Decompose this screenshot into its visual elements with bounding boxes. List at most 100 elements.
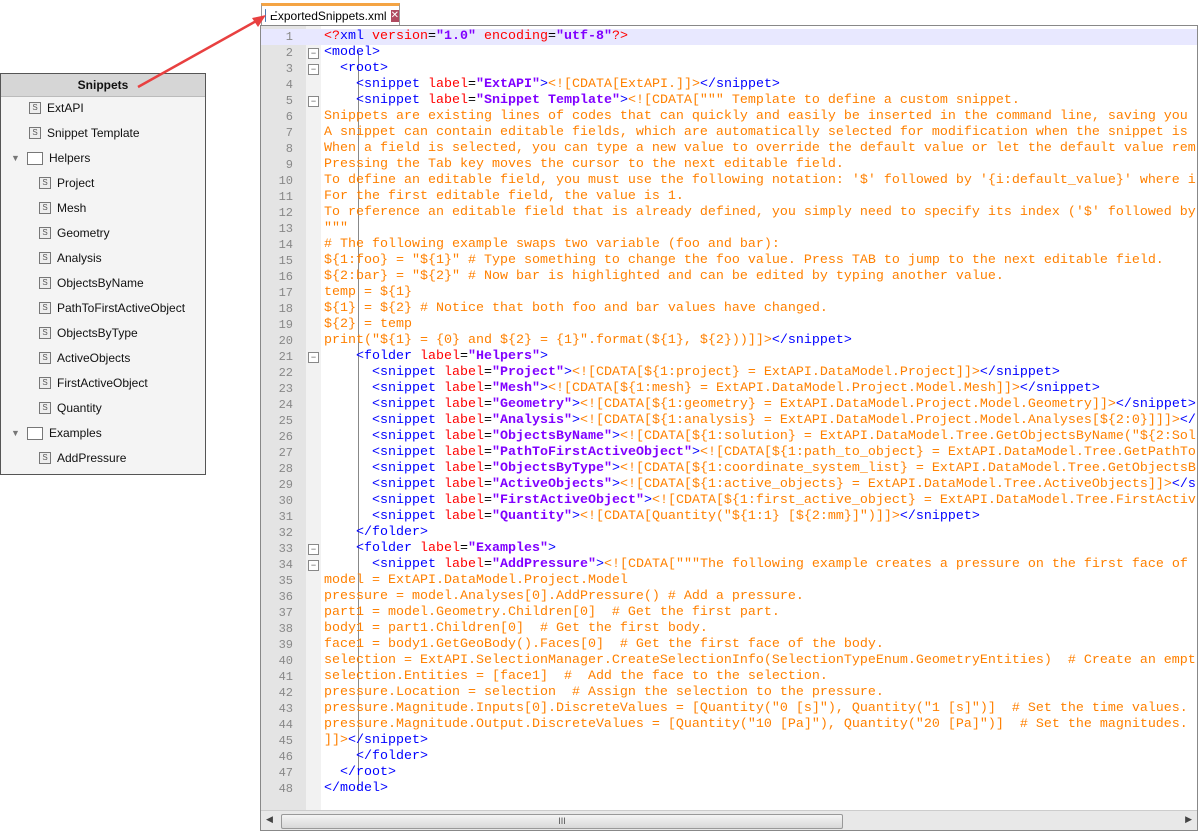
tree-item-project[interactable]: S Project	[39, 173, 94, 193]
horizontal-scrollbar[interactable]: ◀ III ▶	[261, 810, 1197, 830]
code-line[interactable]: 28 <snippet label="ObjectsByType"><![CDA…	[261, 461, 1197, 477]
snippets-tree-panel: Snippets S ExtAPI S Snippet Template ▼ Helper…	[0, 73, 206, 475]
snippet-icon: S	[39, 252, 51, 264]
line-number: 11	[278, 190, 293, 204]
code-line[interactable]: 48 </model>	[261, 781, 1197, 797]
code-line[interactable]: 40 selection = ExtAPI.SelectionManager.Cr…	[261, 653, 1197, 669]
token-attr: label	[443, 429, 484, 444]
code-line[interactable]: 45]]></snippet>	[261, 733, 1197, 749]
line-number: 42	[278, 686, 293, 700]
tree-item-activeobjects[interactable]: S ActiveObjects	[39, 348, 130, 368]
code-line[interactable]: 17 temp = ${1}	[261, 285, 1197, 301]
code-line[interactable]: 8 When a field is selected, you can type …	[261, 141, 1197, 157]
code-line[interactable]: 12 To reference an editable field that is…	[261, 205, 1197, 221]
tree-item-firstactiveobject[interactable]: S FirstActiveObject	[39, 373, 148, 393]
line-number: 18	[278, 302, 293, 316]
scroll-right-arrow-icon[interactable]: ▶	[1185, 814, 1192, 825]
token-attr: label	[443, 445, 484, 460]
code-line[interactable]: 32 </folder>	[261, 525, 1197, 541]
code-line[interactable]: 33 <folder label="Examples">	[261, 541, 1197, 557]
line-number: 24	[278, 398, 293, 412]
tree-item-objectsbyname[interactable]: S ObjectsByName	[39, 273, 144, 293]
code-lines[interactable]: 1 <?xml version="1.0" encoding="utf-8"?> 2…	[261, 29, 1197, 797]
line-number: 45	[278, 734, 293, 748]
code-line[interactable]: 44 pressure.Magnitude.Output.DiscreteValu…	[261, 717, 1197, 733]
tree-item-quantity[interactable]: S Quantity	[39, 398, 102, 418]
code-line[interactable]: 14 # The following example swaps two vari…	[261, 237, 1197, 253]
token-tag: <snippet	[324, 413, 444, 428]
code-line[interactable]: 15 ${1:foo} = "${1}" # Type something to …	[261, 253, 1197, 269]
code-line[interactable]: 31 <snippet label="Quantity"><![CDATA[Qu…	[261, 509, 1197, 525]
token-attr: label	[419, 349, 460, 364]
code-line[interactable]: 20 print("${1} = {0} and ${2} = {1}".form…	[261, 333, 1197, 349]
code-line[interactable]: 25 <snippet label="Analysis"><![CDATA[${…	[261, 413, 1197, 429]
code-line[interactable]: 21 <folder label="Helpers">	[261, 349, 1197, 365]
code-line[interactable]: 43 pressure.Magnitude.Inputs[0].DiscreteV…	[261, 701, 1197, 717]
code-line[interactable]: 10 To define an editable field, you must …	[261, 173, 1197, 189]
code-line[interactable]: 29 <snippet label="ActiveObjects"><![CDA…	[261, 477, 1197, 493]
code-line[interactable]: 36 pressure = model.Analyses[0].AddPressu…	[261, 589, 1197, 605]
tree-item-addpressure[interactable]: S AddPressure	[39, 448, 126, 468]
tab-exported-snippets[interactable]: ExportedSnippets.xml ✕	[261, 3, 400, 25]
line-code: When a field is selected, you can type a…	[324, 141, 1196, 157]
expand-chevron-icon[interactable]: ▼	[11, 423, 21, 443]
token-val: "ObjectsByType"	[491, 461, 612, 476]
tree-item-analysis[interactable]: S Analysis	[39, 248, 102, 268]
tree-item-label: AddPressure	[57, 451, 127, 465]
code-line[interactable]: 42 pressure.Location = selection # Assign…	[261, 685, 1197, 701]
token-tag: >	[619, 93, 628, 108]
tree-item-label: PathToFirstActiveObject	[57, 301, 186, 315]
token-tag: <snippet	[324, 557, 444, 572]
code-line[interactable]: 37 part1 = model.Geometry.Children[0] # G…	[261, 605, 1197, 621]
code-line[interactable]: 16 ${2:bar} = "${2}" # Now bar is highlig…	[261, 269, 1197, 285]
line-code: <snippet label="FirstActiveObject"><![CD…	[324, 493, 1196, 509]
code-line[interactable]: 34 <snippet label="AddPressure"><![CDATA…	[261, 557, 1197, 573]
close-tab-button[interactable]: ✕	[390, 9, 399, 22]
code-line[interactable]: 27 <snippet label="PathToFirstActiveObje…	[261, 445, 1197, 461]
tree-item-helpers[interactable]: ▼ Helpers	[11, 148, 90, 168]
tree-item-objectsbytype[interactable]: S ObjectsByType	[39, 323, 138, 343]
line-number: 29	[278, 478, 293, 492]
scrollbar-thumb[interactable]: III	[281, 814, 843, 829]
code-line[interactable]: 24 <snippet label="Geometry"><![CDATA[${…	[261, 397, 1197, 413]
snippet-icon: S	[39, 452, 51, 464]
code-line[interactable]: 2 <model>	[261, 45, 1197, 61]
scroll-left-arrow-icon[interactable]: ◀	[266, 814, 273, 825]
tree-item-label: FirstActiveObject	[57, 376, 148, 390]
expand-chevron-icon[interactable]: ▼	[11, 148, 21, 168]
code-line[interactable]: 30 <snippet label="FirstActiveObject"><!…	[261, 493, 1197, 509]
code-line[interactable]: 41 selection.Entities = [face1] # Add the…	[261, 669, 1197, 685]
code-line[interactable]: 13 """	[261, 221, 1197, 237]
code-line[interactable]: 9 Pressing the Tab key moves the cursor t…	[261, 157, 1197, 173]
line-code: <snippet label="ObjectsByType"><![CDATA[…	[324, 461, 1196, 477]
code-line[interactable]: 18 ${1} = ${2} # Notice that both foo and…	[261, 301, 1197, 317]
code-line[interactable]: 1 <?xml version="1.0" encoding="utf-8"?>	[261, 29, 1197, 45]
code-line[interactable]: 46 </folder>	[261, 749, 1197, 765]
code-line[interactable]: 7 A snippet can contain editable fields, …	[261, 125, 1197, 141]
tree-item-snippet-template[interactable]: S Snippet Template	[29, 123, 140, 143]
code-line[interactable]: 11 For the first editable field, the valu…	[261, 189, 1197, 205]
tree-item-examples[interactable]: ▼ Examples	[11, 423, 102, 443]
xml-code-editor[interactable]: − − − − − − 1 <?xml version="1.0" encoding="ut…	[260, 25, 1198, 831]
code-line[interactable]: 22 <snippet label="Project"><![CDATA[${1…	[261, 365, 1197, 381]
code-line[interactable]: 5 <snippet label="Snippet Template"><![C…	[261, 93, 1197, 109]
token-eq: =	[483, 429, 492, 444]
token-tag: xml	[340, 29, 372, 44]
tree-item-mesh[interactable]: S Mesh	[39, 198, 86, 218]
line-number: 32	[278, 526, 293, 540]
tree-item-pathtofirstactiveobject[interactable]: S PathToFirstActiveObject	[39, 298, 185, 318]
code-line[interactable]: 3 <root>	[261, 61, 1197, 77]
code-line[interactable]: 26 <snippet label="ObjectsByName"><![CDA…	[261, 429, 1197, 445]
code-line[interactable]: 47 </root>	[261, 765, 1197, 781]
tree-item-extapi[interactable]: S ExtAPI	[29, 98, 84, 118]
line-code: <snippet label="ActiveObjects"><![CDATA[…	[324, 477, 1197, 493]
code-line[interactable]: 4 <snippet label="ExtAPI"><![CDATA[ExtAP…	[261, 77, 1197, 93]
code-line[interactable]: 19 ${2} = temp	[261, 317, 1197, 333]
tree-item-geometry[interactable]: S Geometry	[39, 223, 110, 243]
code-line[interactable]: 35 model = ExtAPI.DataModel.Project.Model	[261, 573, 1197, 589]
code-line[interactable]: 39 face1 = body1.GetGeoBody().Faces[0] # …	[261, 637, 1197, 653]
token-tag: <snippet	[324, 445, 444, 460]
code-line[interactable]: 23 <snippet label="Mesh"><![CDATA[${1:me…	[261, 381, 1197, 397]
code-line[interactable]: 6 Snippets are existing lines of codes th…	[261, 109, 1197, 125]
code-line[interactable]: 38 body1 = part1.Children[0] # Get the fi…	[261, 621, 1197, 637]
